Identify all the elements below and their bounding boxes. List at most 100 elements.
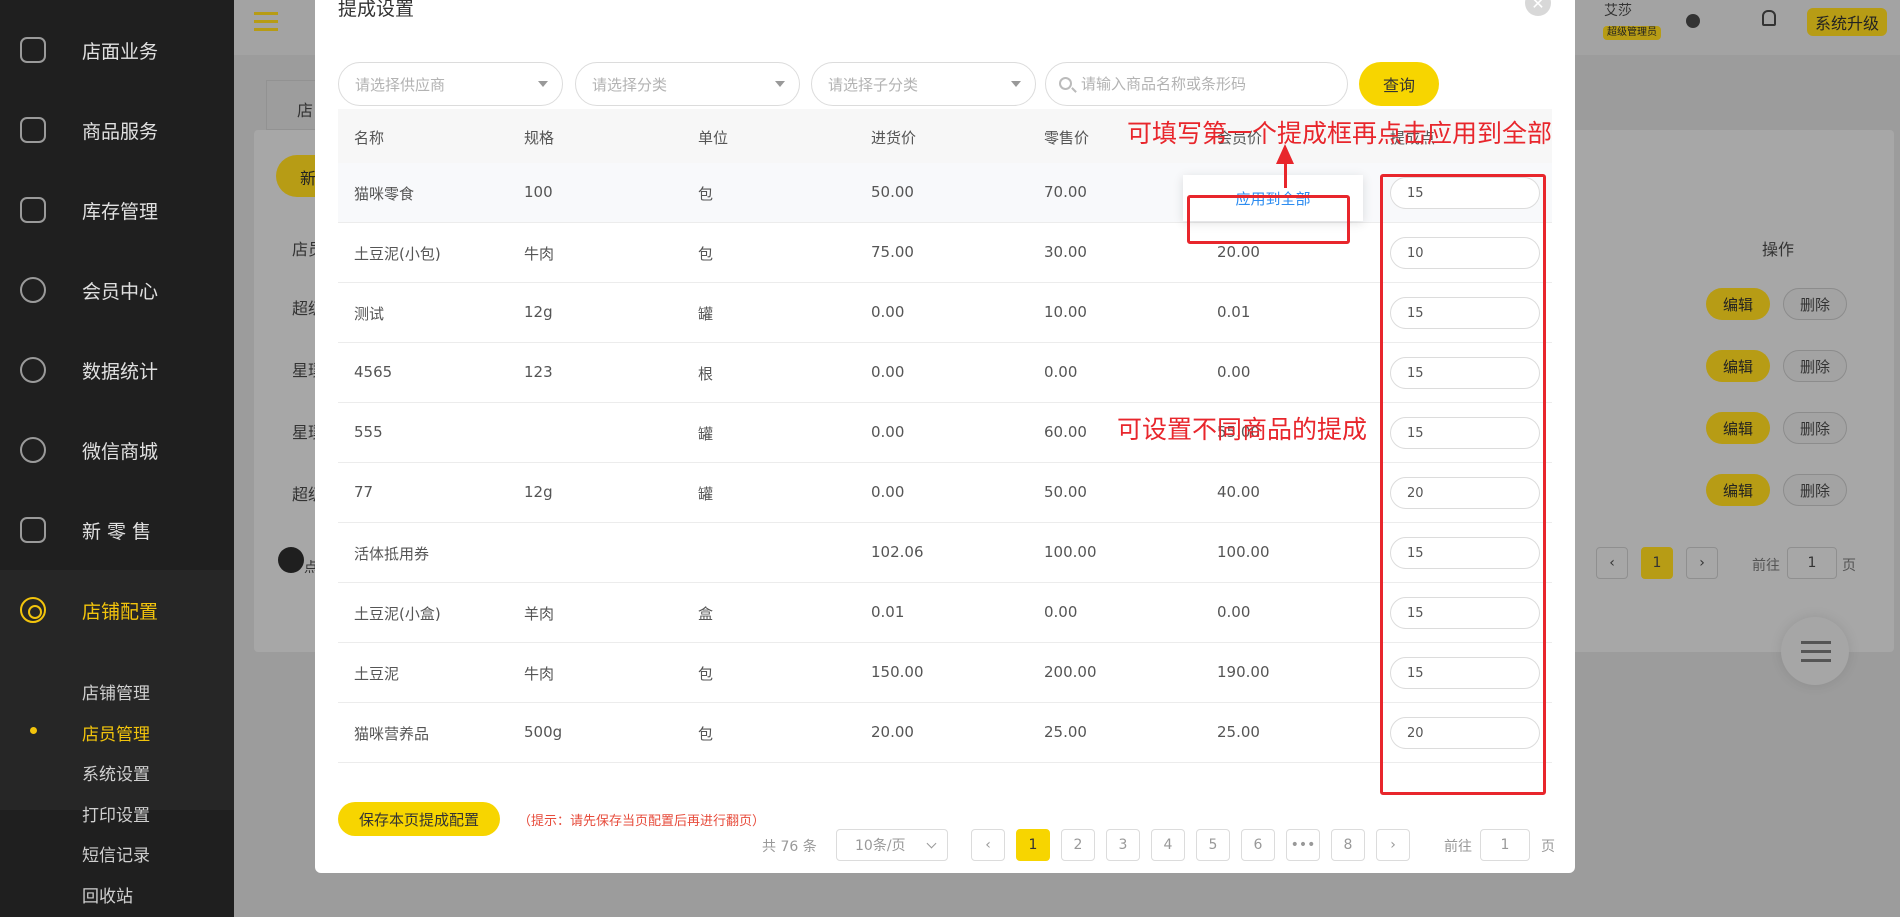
- cell-unit: 盒: [698, 605, 714, 623]
- prev-page-button[interactable]: ‹: [971, 829, 1005, 861]
- bg-edit-button: 编辑: [1706, 350, 1770, 382]
- modal-title: 提成设置: [338, 0, 415, 20]
- table-row: 土豆泥(小包) 牛肉 包 75.00 30.00 20.00: [338, 223, 1552, 283]
- sidebar-item-statistics[interactable]: 数据统计: [0, 340, 234, 400]
- cell-name: 4565: [354, 363, 393, 381]
- sidebar-item-label: 商品服务: [82, 120, 159, 143]
- page-button[interactable]: 8: [1331, 829, 1365, 861]
- table-row: 猫咪零食 100 包 50.00 70.00 应用到全部: [338, 163, 1552, 223]
- cell-unit: 包: [698, 665, 714, 683]
- next-page-button[interactable]: ›: [1376, 829, 1410, 861]
- bg-prev-page: ‹: [1596, 547, 1628, 579]
- goto-page-input[interactable]: [1480, 829, 1530, 861]
- page-button[interactable]: 5: [1196, 829, 1230, 861]
- page-button[interactable]: 1: [1016, 829, 1050, 861]
- menu-icon[interactable]: [254, 12, 278, 15]
- cell-unit: 包: [698, 185, 714, 203]
- goto-label: 前往: [1444, 839, 1472, 855]
- cell-member: 40.00: [1217, 483, 1260, 501]
- cell-cost: 0.01: [871, 603, 905, 621]
- bg-col-action: 操作: [1762, 240, 1795, 259]
- role-badge: 超级管理员: [1603, 26, 1661, 40]
- subnav-staff-management[interactable]: 店员管理: [82, 720, 150, 745]
- cell-unit: 包: [698, 725, 714, 743]
- cell-spec: 羊肉: [524, 605, 555, 623]
- subnav-print-settings[interactable]: 打印设置: [82, 801, 150, 826]
- arrow-shaft: [1284, 160, 1287, 188]
- sidebar-item-label: 数据统计: [82, 360, 159, 383]
- caret-down-icon: [538, 81, 548, 87]
- member-icon: [20, 277, 46, 303]
- subnav-recycle-bin[interactable]: 回收站: [82, 882, 133, 907]
- sidebar-item-label: 店铺配置: [82, 600, 159, 623]
- cell-retail: 30.00: [1044, 243, 1087, 261]
- commission-column-highlight: [1380, 174, 1546, 795]
- cell-name: 活体抵用券: [354, 545, 430, 563]
- bg-new-label: 新: [300, 169, 317, 188]
- bg-page-current: 1: [1641, 547, 1673, 579]
- bg-goto-suffix: 页: [1842, 558, 1856, 574]
- user-name: 艾莎: [1604, 3, 1632, 19]
- supplier-select[interactable]: 请选择供应商: [338, 62, 563, 106]
- page-button[interactable]: 6: [1241, 829, 1275, 861]
- sidebar-item-label: 库存管理: [82, 200, 159, 223]
- table-row: 555 罐 0.00 60.00 55.00: [338, 403, 1552, 463]
- sidebar-item-store-business[interactable]: 店面业务: [0, 20, 234, 80]
- cell-spec: 123: [524, 363, 553, 381]
- cell-cost: 0.00: [871, 363, 905, 381]
- page-button[interactable]: 2: [1061, 829, 1095, 861]
- cell-cost: 75.00: [871, 243, 914, 261]
- cell-retail: 100.00: [1044, 543, 1097, 561]
- chevron-down-icon: [926, 838, 937, 849]
- cell-unit: 罐: [698, 425, 714, 443]
- save-page-commission-button[interactable]: 保存本页提成配置: [338, 802, 500, 836]
- close-icon[interactable]: ✕: [1525, 0, 1551, 16]
- subnav-sms-records[interactable]: 短信记录: [82, 841, 150, 866]
- sidebar-item-store-config[interactable]: 店铺配置: [0, 580, 234, 640]
- subcategory-select-placeholder: 请选择子分类: [828, 75, 919, 94]
- sidebar-item-member-center[interactable]: 会员中心: [0, 260, 234, 320]
- sidebar-item-wechat-mall[interactable]: 微信商城: [0, 420, 234, 480]
- product-search-input[interactable]: [1045, 62, 1348, 106]
- floating-menu-icon: [1781, 617, 1849, 685]
- subcategory-select[interactable]: 请选择子分类: [811, 62, 1036, 106]
- cell-cost: 50.00: [871, 183, 914, 201]
- sidebar-item-new-retail[interactable]: 新 零 售: [0, 500, 234, 560]
- bg-edit-button: 编辑: [1706, 412, 1770, 444]
- cell-member: 0.00: [1217, 363, 1251, 381]
- cell-member: 100.00: [1217, 543, 1270, 561]
- page-size-select[interactable]: 10条/页: [836, 829, 948, 861]
- chart-icon: [20, 357, 46, 383]
- col-unit: 单位: [698, 129, 729, 147]
- sidebar-item-label: 新 零 售: [82, 520, 152, 543]
- dropdown-icon[interactable]: [1686, 14, 1700, 28]
- cell-spec: 12g: [524, 483, 553, 501]
- bg-edit-button: 编辑: [1706, 288, 1770, 320]
- query-button[interactable]: 查询: [1359, 62, 1439, 106]
- sidebar-item-inventory[interactable]: 库存管理: [0, 180, 234, 240]
- subnav-system-settings[interactable]: 系统设置: [82, 760, 150, 785]
- bell-icon[interactable]: [1762, 10, 1776, 26]
- annotation-top-note: 可填写第一个提成框再点击应用到全部: [1127, 119, 1553, 148]
- sidebar-item-product-service[interactable]: 商品服务: [0, 100, 234, 160]
- table-row: 77 12g 罐 0.00 50.00 40.00: [338, 463, 1552, 523]
- cell-retail: 0.00: [1044, 603, 1078, 621]
- cell-cost: 0.00: [871, 483, 905, 501]
- cell-unit: 包: [698, 245, 714, 263]
- category-select[interactable]: 请选择分类: [575, 62, 800, 106]
- goto-suffix: 页: [1541, 839, 1555, 855]
- cell-member: 0.01: [1217, 303, 1251, 321]
- home-icon: [20, 37, 46, 63]
- bg-delete-button: 删除: [1783, 288, 1847, 320]
- table-row: 测试 12g 罐 0.00 10.00 0.01: [338, 283, 1552, 343]
- sidebar-item-label: 微信商城: [82, 440, 159, 463]
- page-button[interactable]: 4: [1151, 829, 1185, 861]
- page-button[interactable]: 3: [1106, 829, 1140, 861]
- active-dot: [30, 727, 37, 734]
- cell-retail: 0.00: [1044, 363, 1078, 381]
- cell-name: 77: [354, 483, 374, 501]
- upgrade-button[interactable]: 系统升级: [1807, 8, 1888, 36]
- cell-spec: 12g: [524, 303, 553, 321]
- subnav-store-management[interactable]: 店铺管理: [82, 679, 150, 704]
- page-ellipsis[interactable]: •••: [1286, 829, 1320, 861]
